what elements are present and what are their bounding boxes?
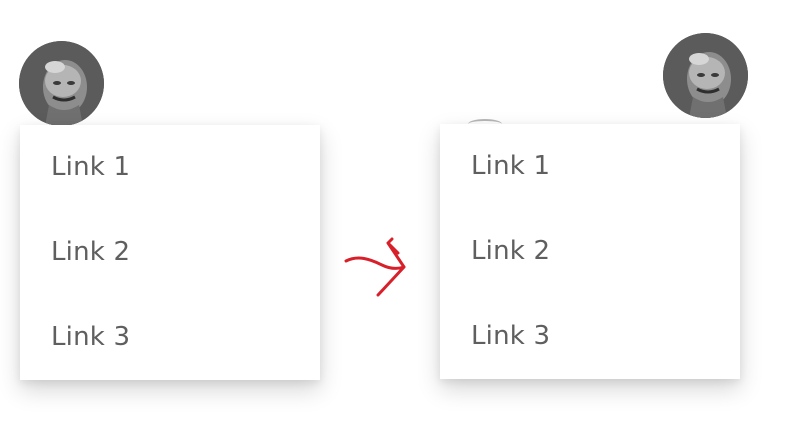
avatar-photo-icon [663,33,748,118]
menu-link-1[interactable]: Link 1 [440,124,740,209]
menu-link-1[interactable]: Link 1 [20,125,320,210]
user-avatar[interactable] [663,33,748,118]
dropdown-menu: Link 1 Link 2 Link 3 [440,124,740,379]
before-panel: Link 1 Link 2 Link 3 [0,0,370,438]
arrow-right-icon [344,237,406,297]
dropdown-menu: Link 1 Link 2 Link 3 [20,125,320,380]
comparison-canvas: Link 1 Link 2 Link 3 Link 1 Link 2 Link … [0,0,809,438]
after-panel: Link 1 Link 2 Link 3 [420,0,809,438]
menu-link-2[interactable]: Link 2 [440,209,740,294]
user-avatar[interactable] [19,41,104,126]
menu-link-2[interactable]: Link 2 [20,210,320,295]
avatar-photo-icon [19,41,104,126]
menu-link-3[interactable]: Link 3 [440,294,740,379]
menu-link-3[interactable]: Link 3 [20,295,320,380]
